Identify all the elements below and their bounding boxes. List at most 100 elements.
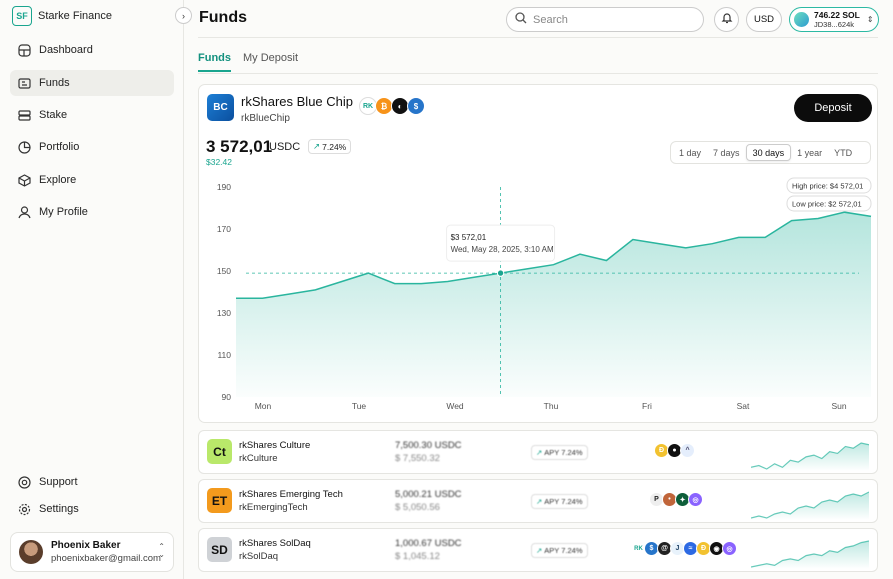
y-tick-label: 150 [217,266,231,276]
search-icon [515,12,527,27]
notifications-button[interactable] [714,7,739,32]
sidebar-item-label: Support [39,476,78,488]
sidebar-item-portfolio[interactable]: Portfolio [10,134,174,160]
fund-row-culture[interactable]: Ct rkShares Culture rkCulture 7,500.30 U… [198,430,878,474]
top-bar: Funds Search USD 746.22 SOL JD38...624k … [184,0,893,38]
apy-value: APY 7.24% [544,546,583,555]
wallet-address: JD38...624k [814,19,855,29]
y-tick-label: 90 [222,392,232,402]
currency-selector[interactable]: USD [746,7,782,32]
range-30-days[interactable]: 30 days [745,144,792,161]
fund-row-emerging-tech[interactable]: ET rkShares Emerging Tech rkEmergingTech… [198,479,878,523]
sidebar-item-my-profile[interactable]: My Profile [10,199,174,225]
range-7-days[interactable]: 7 days [707,144,746,161]
time-range-selector: 1 day 7 days 30 days 1 year YTD [670,141,871,164]
x-tick-label: Thu [544,401,559,411]
starke-logo-icon: SF [12,6,32,26]
sidebar-item-label: Portfolio [39,141,80,153]
cat-icon: ^ [680,443,695,458]
brand[interactable]: SF Starke Finance [12,6,112,26]
user-email: phoenixbaker@gmail.com [51,553,161,564]
x-tick-label: Fri [642,401,652,411]
sidebar-item-dashboard[interactable]: Dashboard [10,37,174,63]
hover-point [496,269,505,277]
gear-icon [18,503,31,516]
funds-icon [18,77,31,90]
row-fund-symbol: rkCulture [239,453,278,464]
header-divider [198,37,878,38]
range-1-year[interactable]: 1 year [791,144,828,161]
sidebar-item-label: Explore [39,174,77,186]
sidebar-item-label: Stake [39,109,68,121]
bell-icon [721,12,733,27]
change-percent: 7.24% [322,141,347,152]
search-input[interactable]: Search [506,7,704,32]
sidebar-item-funds[interactable]: Funds [10,70,174,96]
usdc-icon: $ [407,97,425,115]
chevron-up-down-icon: ⇕ [866,15,874,24]
lifebuoy-icon [18,475,31,489]
pie-chart-icon [18,140,31,154]
row-fund-name: rkShares Emerging Tech [239,489,343,500]
emerging-tech-logo-icon: ET [207,488,232,513]
x-tick-label: Sat [737,401,750,411]
low-price-label: Low price: $2 572,01 [792,200,862,209]
wallet-button[interactable]: 746.22 SOL JD38...624k ⇕ [789,7,879,32]
sparkline-chart [751,442,869,471]
search-placeholder: Search [533,13,568,26]
apy-badge: ↗ APY 7.24% [531,543,588,558]
sidebar-item-label: Settings [39,503,79,515]
purple-token-icon: ◎ [722,541,737,556]
row-fund-symbol: rkEmergingTech [239,502,308,513]
solana-wallet-icon [794,12,809,27]
y-tick-label: 190 [217,182,231,192]
purple-token-icon: ◎ [688,492,703,507]
fund-symbol: rkBlueChip [241,113,290,124]
range-ytd[interactable]: YTD [828,144,858,161]
apy-value: APY 7.24% [544,497,583,506]
sidebar-item-label: Dashboard [39,44,93,56]
row-asset-icons: RK $ @ J ≈ Ð ◉ ◎ [631,541,737,556]
tooltip-date: Wed, May 28, 2025, 3:10 AM [451,245,554,254]
tab-my-deposit[interactable]: My Deposit [243,52,298,72]
x-tick-label: Mon [255,401,272,411]
fund-price: 3 572,01 [206,137,273,156]
high-price-label: High price: $4 572,01 [792,182,863,191]
row-usd-value: $ 7,550.32 [395,453,440,464]
sidebar-collapse-button[interactable]: › [175,7,192,24]
sidebar-item-stake[interactable]: Stake [10,102,174,128]
y-tick-label: 130 [217,308,231,318]
x-tick-label: Wed [446,401,464,411]
stack-icon [18,109,31,122]
user-account-switcher[interactable]: Phoenix Baker phoenixbaker@gmail.com ⌃ ⌄ [10,532,174,572]
sidebar-item-support[interactable]: Support [10,469,174,495]
user-icon [18,205,31,219]
x-tick-label: Tue [352,401,367,411]
range-1-day[interactable]: 1 day [673,144,707,161]
soldaq-logo-icon: SD [207,537,232,562]
tab-funds[interactable]: Funds [198,52,231,72]
apy-value: APY 7.24% [544,448,583,457]
sparkline-chart [751,540,869,569]
deposit-button[interactable]: Deposit [794,94,872,122]
sidebar-item-settings[interactable]: Settings [10,496,174,522]
price-unit: USDC [269,141,301,153]
chevron-right-icon: › [182,10,185,21]
blue-chip-logo-icon: BC [207,94,234,121]
sparkline-chart [751,491,869,520]
row-fund-name: rkShares SolDaq [239,538,311,549]
y-tick-label: 110 [217,350,231,360]
row-balance: 7,500.30 USDC [395,440,462,451]
grid-icon [18,43,31,57]
arrow-up-right-icon: ↗ [536,448,543,457]
row-asset-icons: P • ✦ ◎ [649,492,703,507]
price-chart[interactable]: 190 170 150 130 110 90 Mon Tue Wed Thu Fri Sat Sun $3… [199,177,877,413]
apy-badge: ↗ APY 7.24% [531,494,588,509]
chevron-up-down-icon: ⌃ ⌄ [158,542,165,559]
fund-row-soldaq[interactable]: SD rkShares SolDaq rkSolDaq 1,000.67 USD… [198,528,878,572]
arrow-up-right-icon: ↗ [536,497,543,506]
fund-asset-icons: RK ₿ ◐ $ [359,97,425,115]
sidebar-item-explore[interactable]: Explore [10,167,174,193]
user-name: Phoenix Baker [51,540,121,551]
row-fund-name: rkShares Culture [239,440,311,451]
